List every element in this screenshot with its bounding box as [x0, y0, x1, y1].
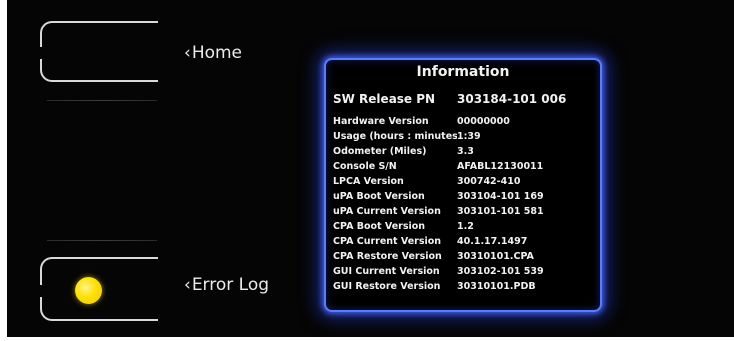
- info-row: Console S/N AFABL12130011: [333, 161, 594, 172]
- info-label: GUI Restore Version: [333, 281, 441, 292]
- info-value: 303104-101 169: [457, 191, 544, 202]
- info-label: SW Release PN: [333, 92, 436, 106]
- info-value: 303102-101 539: [457, 266, 544, 277]
- info-value: 30310101.PDB: [457, 281, 536, 292]
- info-label: uPA Current Version: [333, 206, 441, 217]
- info-label: CPA Current Version: [333, 236, 442, 247]
- info-value: 303101-101 581: [457, 206, 544, 217]
- home-label: Home: [191, 43, 243, 63]
- device-screen: ‹ Home ‹ Error Log Information SW Releas…: [7, 0, 734, 337]
- chevron-left-icon: ‹: [184, 43, 191, 63]
- info-label: LPCA Version: [333, 176, 404, 187]
- info-value: 40.1.17.1497: [457, 236, 528, 247]
- divider: [47, 240, 157, 241]
- info-value: 300742-410: [457, 176, 521, 187]
- info-value: 00000000: [457, 116, 510, 127]
- info-row: Usage (hours : minutes) 1:39: [333, 131, 594, 142]
- info-value: 30310101.CPA: [457, 251, 534, 262]
- info-value: 303184-101 006: [457, 92, 567, 106]
- info-value: AFABL12130011: [457, 161, 544, 172]
- info-value: 3.3: [457, 146, 474, 157]
- info-row: GUI Restore Version 30310101.PDB: [333, 281, 594, 292]
- error-log-nav-label[interactable]: ‹ Error Log: [184, 275, 269, 295]
- error-log-label: Error Log: [191, 275, 270, 295]
- divider: [47, 100, 157, 101]
- status-indicator-light: [75, 277, 102, 304]
- info-label: Console S/N: [333, 161, 397, 172]
- info-label: Hardware Version: [333, 116, 429, 127]
- info-row: uPA Current Version 303101-101 581: [333, 206, 594, 217]
- home-nav-label[interactable]: ‹ Home: [184, 43, 242, 63]
- info-value: 1.2: [457, 221, 474, 232]
- info-label: GUI Current Version: [333, 266, 440, 277]
- info-row: LPCA Version 300742-410: [333, 176, 594, 187]
- info-row: GUI Current Version 303102-101 539: [333, 266, 594, 277]
- info-label: CPA Boot Version: [333, 221, 426, 232]
- home-softkey[interactable]: [39, 21, 158, 82]
- info-label: Odometer (Miles): [333, 146, 427, 157]
- info-row: uPA Boot Version 303104-101 169: [333, 191, 594, 202]
- info-value: 1:39: [457, 131, 481, 142]
- info-label: CPA Restore Version: [333, 251, 442, 262]
- info-row: CPA Current Version 40.1.17.1497: [333, 236, 594, 247]
- info-row-sw-release: SW Release PN 303184-101 006: [333, 92, 594, 106]
- info-row: Hardware Version 00000000: [333, 116, 594, 127]
- info-label: uPA Boot Version: [333, 191, 425, 202]
- info-row: CPA Restore Version 30310101.CPA: [333, 251, 594, 262]
- information-panel: Information SW Release PN 303184-101 006…: [324, 58, 602, 312]
- chevron-left-icon: ‹: [184, 275, 191, 295]
- info-row: CPA Boot Version 1.2: [333, 221, 594, 232]
- info-row: Odometer (Miles) 3.3: [333, 146, 594, 157]
- info-label: Usage (hours : minutes): [333, 131, 457, 142]
- panel-title: Information: [416, 64, 510, 80]
